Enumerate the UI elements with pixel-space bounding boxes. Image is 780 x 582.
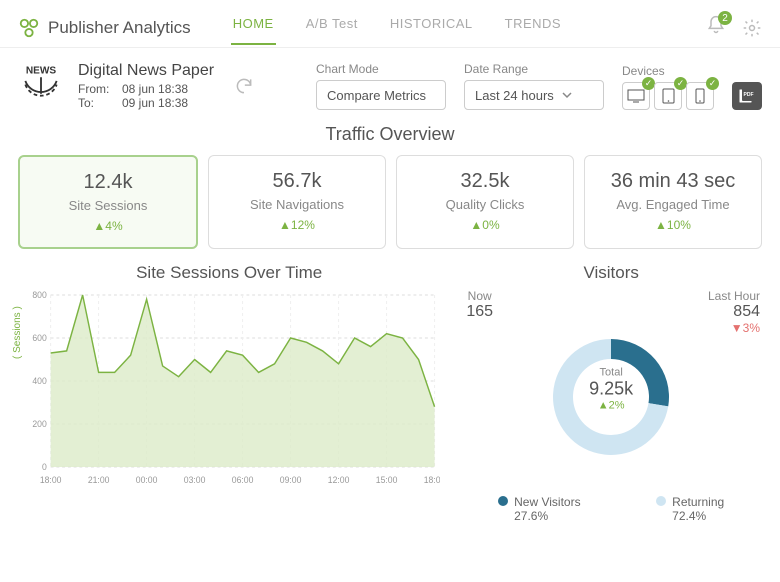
device-mobile[interactable]: ✓ bbox=[686, 82, 714, 110]
svg-text:09:00: 09:00 bbox=[280, 475, 302, 485]
svg-text:18:00: 18:00 bbox=[424, 475, 441, 485]
source-title: Digital News Paper bbox=[78, 62, 214, 80]
notification-count: 2 bbox=[718, 11, 732, 25]
app-title: Publisher Analytics bbox=[48, 18, 191, 38]
svg-text:0: 0 bbox=[42, 462, 47, 472]
svg-text:15:00: 15:00 bbox=[376, 475, 398, 485]
chevron-down-icon bbox=[562, 90, 572, 100]
svg-text:NEWS: NEWS bbox=[26, 66, 57, 77]
svg-text:800: 800 bbox=[32, 290, 46, 300]
main-nav: HOME A/B Test HISTORICAL TRENDS bbox=[231, 10, 563, 45]
news-icon: NEWS bbox=[18, 62, 64, 98]
chart-mode-select[interactable]: Compare Metrics bbox=[316, 80, 446, 110]
svg-text:12:00: 12:00 bbox=[328, 475, 350, 485]
chart-mode-label: Chart Mode bbox=[316, 62, 446, 76]
devices-label: Devices bbox=[622, 64, 714, 78]
app-logo: Publisher Analytics bbox=[18, 17, 191, 39]
date-range-select[interactable]: Last 24 hours bbox=[464, 80, 604, 110]
nav-trends[interactable]: TRENDS bbox=[503, 10, 563, 45]
nav-historical[interactable]: HISTORICAL bbox=[388, 10, 475, 45]
nav-home[interactable]: HOME bbox=[231, 10, 276, 45]
visitors-now: 165 bbox=[466, 303, 493, 321]
visitors-lasthour: 854 bbox=[708, 303, 760, 321]
card-site-sessions[interactable]: 12.4k Site Sessions ▲4% bbox=[18, 155, 198, 249]
svg-text:21:00: 21:00 bbox=[88, 475, 110, 485]
visitors-chart: Now 165 Last Hour 854 ▼3% Total 9.25k ▲2… bbox=[460, 289, 762, 489]
card-quality-clicks[interactable]: 32.5k Quality Clicks ▲0% bbox=[396, 155, 574, 249]
svg-text:18:00: 18:00 bbox=[40, 475, 62, 485]
sessions-chart: ( Sessions ) 020040060080018:0021:0000:0… bbox=[18, 289, 440, 489]
to-value: 09 jun 18:38 bbox=[122, 96, 188, 110]
visitors-title: Visitors bbox=[460, 263, 762, 283]
gear-icon[interactable] bbox=[742, 18, 762, 38]
nav-abtest[interactable]: A/B Test bbox=[304, 10, 360, 45]
card-site-navigations[interactable]: 56.7k Site Navigations ▲12% bbox=[208, 155, 386, 249]
notifications-button[interactable]: 2 bbox=[706, 15, 726, 40]
legend-returning: Returning72.4% bbox=[656, 495, 724, 523]
card-engaged-time[interactable]: 36 min 43 sec Avg. Engaged Time ▲10% bbox=[584, 155, 762, 249]
overview-title: Traffic Overview bbox=[0, 124, 780, 145]
svg-text:600: 600 bbox=[32, 333, 46, 343]
mobile-icon bbox=[695, 88, 705, 104]
svg-text:03:00: 03:00 bbox=[184, 475, 206, 485]
legend-new: New Visitors27.6% bbox=[498, 495, 580, 523]
device-desktop[interactable]: ✓ bbox=[622, 82, 650, 110]
from-value: 08 jun 18:38 bbox=[122, 82, 188, 96]
svg-text:400: 400 bbox=[32, 376, 46, 386]
svg-text:00:00: 00:00 bbox=[136, 475, 158, 485]
pdf-export-button[interactable]: PDF bbox=[732, 82, 762, 110]
pdf-icon: PDF bbox=[737, 87, 757, 105]
sessions-ylabel: ( Sessions ) bbox=[12, 306, 23, 359]
device-tablet[interactable]: ✓ bbox=[654, 82, 682, 110]
sessions-chart-title: Site Sessions Over Time bbox=[18, 263, 440, 283]
from-label: From: bbox=[78, 82, 114, 96]
logo-icon bbox=[18, 17, 40, 39]
svg-text:PDF: PDF bbox=[744, 92, 754, 98]
to-label: To: bbox=[78, 96, 114, 110]
visitors-total: 9.25k bbox=[589, 379, 633, 400]
refresh-icon[interactable] bbox=[234, 76, 254, 96]
desktop-icon bbox=[627, 89, 645, 103]
svg-text:06:00: 06:00 bbox=[232, 475, 254, 485]
tablet-icon bbox=[662, 88, 675, 104]
date-range-label: Date Range bbox=[464, 62, 604, 76]
svg-text:200: 200 bbox=[32, 419, 46, 429]
